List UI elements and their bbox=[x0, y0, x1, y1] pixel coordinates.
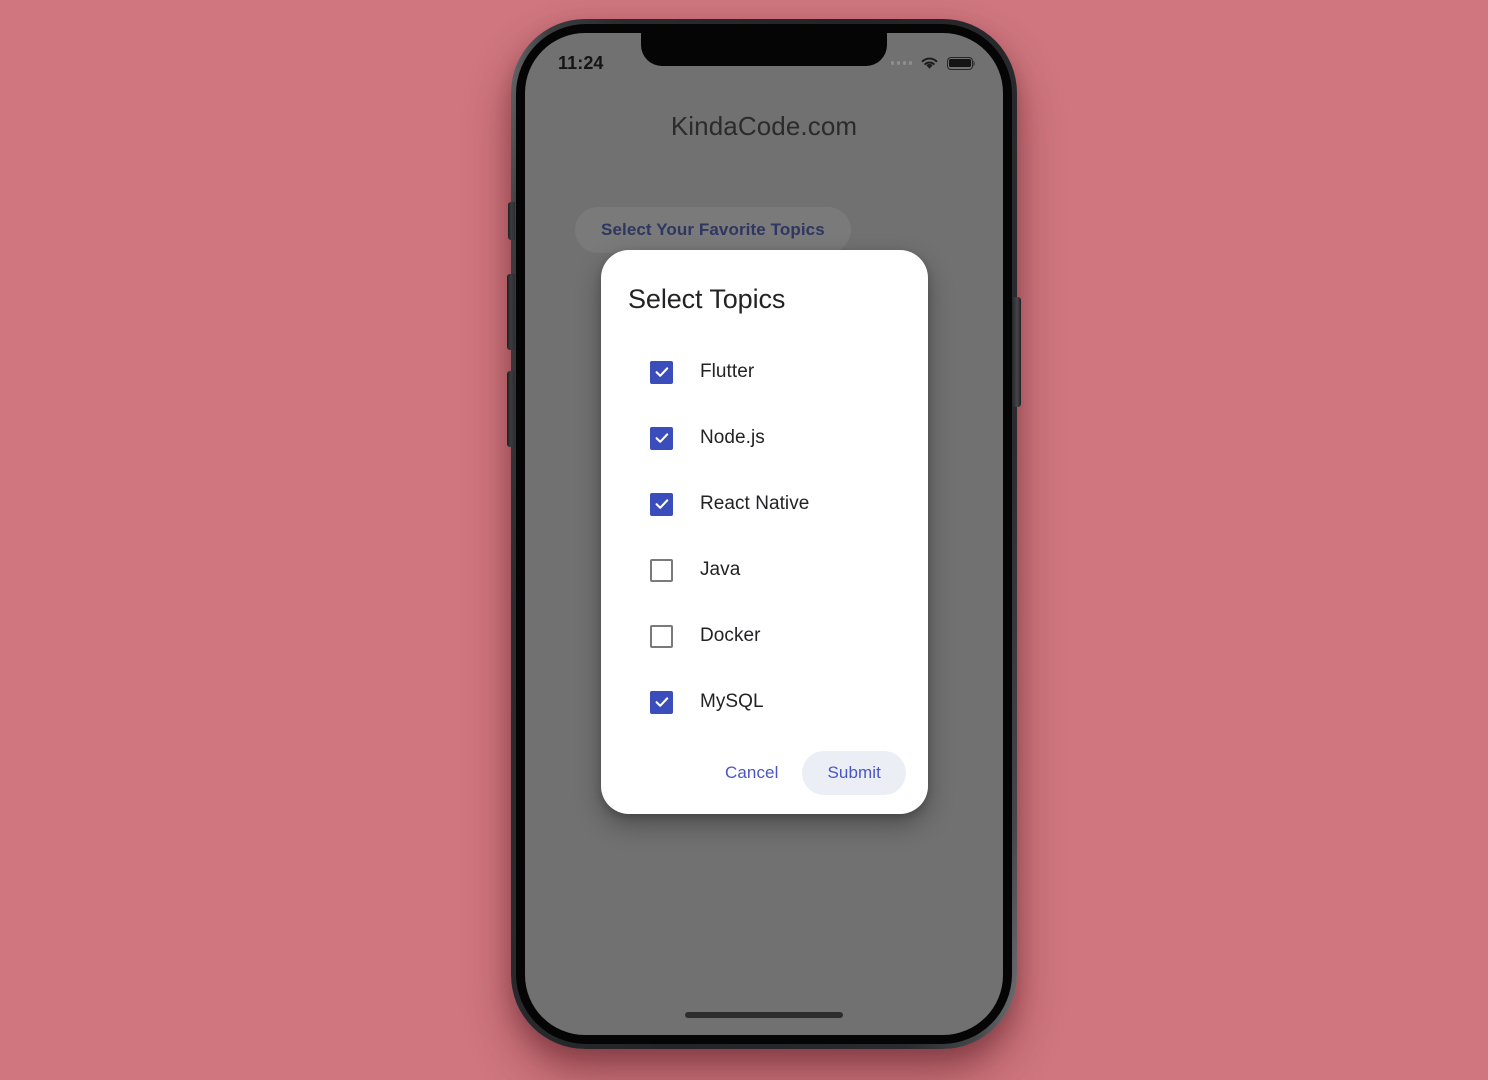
volume-up-button[interactable] bbox=[507, 274, 515, 350]
status-bar-time: 11:24 bbox=[558, 52, 604, 73]
dialog-title: Select Topics bbox=[628, 284, 786, 314]
checkbox-unchecked-icon[interactable] bbox=[650, 624, 673, 648]
topic-row-react-native[interactable]: React Native bbox=[603, 471, 926, 537]
topic-label: React Native bbox=[700, 493, 810, 514]
battery-level-fill bbox=[949, 58, 971, 68]
status-bar-icons bbox=[890, 56, 976, 70]
phone-device: 11:24 KindaCode.com Select Your Favorite… bbox=[507, 19, 1021, 1049]
checkbox-checked-icon[interactable] bbox=[650, 360, 673, 384]
checkbox-unchecked-icon[interactable] bbox=[650, 558, 673, 582]
topic-label: Java bbox=[700, 559, 741, 580]
topic-label: Flutter bbox=[700, 361, 755, 382]
topic-label: MySQL bbox=[700, 691, 764, 712]
checkbox-checked-icon[interactable] bbox=[650, 426, 673, 450]
submit-button[interactable]: Submit bbox=[802, 751, 906, 795]
wifi-icon bbox=[921, 57, 938, 69]
topic-row-docker[interactable]: Docker bbox=[603, 603, 926, 669]
phone-screen: 11:24 KindaCode.com Select Your Favorite… bbox=[525, 33, 1003, 1035]
topic-label: Docker bbox=[700, 625, 761, 646]
cancel-button[interactable]: Cancel bbox=[707, 752, 797, 794]
battery-full-icon bbox=[947, 56, 976, 70]
topics-checkbox-list: Flutter Node.js React Native Java Docker… bbox=[601, 339, 928, 735]
checkbox-checked-icon[interactable] bbox=[650, 492, 673, 516]
notch bbox=[641, 33, 887, 66]
checkbox-checked-icon[interactable] bbox=[650, 690, 673, 714]
home-indicator[interactable] bbox=[685, 1012, 843, 1018]
topic-row-mysql[interactable]: MySQL bbox=[603, 669, 926, 735]
select-topics-dialog: Select Topics Flutter Node.js React Nati… bbox=[601, 250, 928, 814]
cellular-signal-icon bbox=[890, 61, 912, 65]
topic-row-flutter[interactable]: Flutter bbox=[603, 339, 926, 405]
dialog-actions: Cancel Submit bbox=[601, 735, 928, 803]
mute-switch-button[interactable] bbox=[508, 202, 515, 240]
power-button[interactable] bbox=[1013, 297, 1021, 407]
topic-label: Node.js bbox=[700, 427, 765, 448]
topic-row-nodejs[interactable]: Node.js bbox=[603, 405, 926, 471]
topic-row-java[interactable]: Java bbox=[603, 537, 926, 603]
volume-down-button[interactable] bbox=[507, 371, 515, 447]
